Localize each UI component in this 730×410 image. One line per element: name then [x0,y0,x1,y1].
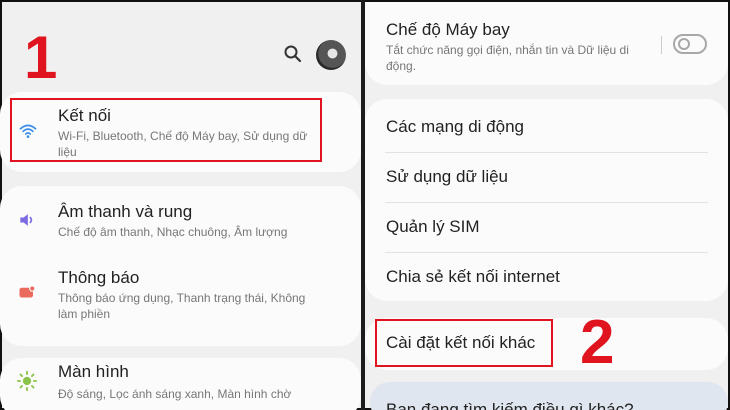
notification-icon [19,285,36,298]
settings-item-sound[interactable]: Âm thanh và rung Chế độ âm thanh, Nhạc c… [12,198,332,248]
settings-item-subtitle: Thông báo ứng dụng, Thanh trạng thái, Kh… [58,291,306,321]
suggestion-text[interactable]: Bạn đang tìm kiếm điều gì khác? [386,400,634,410]
settings-item-display[interactable]: Màn hình Độ sáng, Lọc ánh sáng xanh, Màn… [12,362,332,406]
airplane-mode-row[interactable]: Chế độ Máy bay Tắt chức năng gọi điện, n… [385,18,660,78]
highlight-box-more-settings [375,319,553,367]
divider [385,152,708,153]
list-item-hotspot-tethering[interactable]: Chia sẻ kết nối internet [386,267,560,287]
brightness-icon [16,370,38,392]
settings-item-title: Thông báo [58,268,140,287]
list-item-sim-manager[interactable]: Quản lý SIM [386,217,480,237]
highlight-box-connections [10,98,322,162]
settings-item-title: Màn hình [58,362,129,381]
airplane-mode-toggle[interactable] [673,34,707,54]
list-item-mobile-networks[interactable]: Các mạng di động [386,117,524,137]
step-number-2: 2 [580,308,615,377]
divider [385,202,708,203]
airplane-mode-title: Chế độ Máy bay [386,20,510,39]
divider [385,252,708,253]
list-item-data-usage[interactable]: Sử dụng dữ liệu [386,167,508,187]
toggle-separator [661,36,662,54]
airplane-mode-subtitle: Tắt chức năng gọi điện, nhắn tin và Dữ l… [386,43,629,73]
step-number-1: 1 [24,24,58,91]
settings-item-subtitle: Chế độ âm thanh, Nhạc chuông, Âm lượng [58,225,288,239]
settings-item-subtitle: Độ sáng, Lọc ánh sáng xanh, Màn hình chờ [58,387,292,401]
search-icon[interactable] [283,44,303,64]
settings-item-notifications[interactable]: Thông báo Thông báo ứng dụng, Thanh trạn… [12,264,332,328]
sound-icon [20,214,33,226]
settings-item-title: Âm thanh và rung [58,202,193,221]
avatar[interactable] [316,40,346,70]
